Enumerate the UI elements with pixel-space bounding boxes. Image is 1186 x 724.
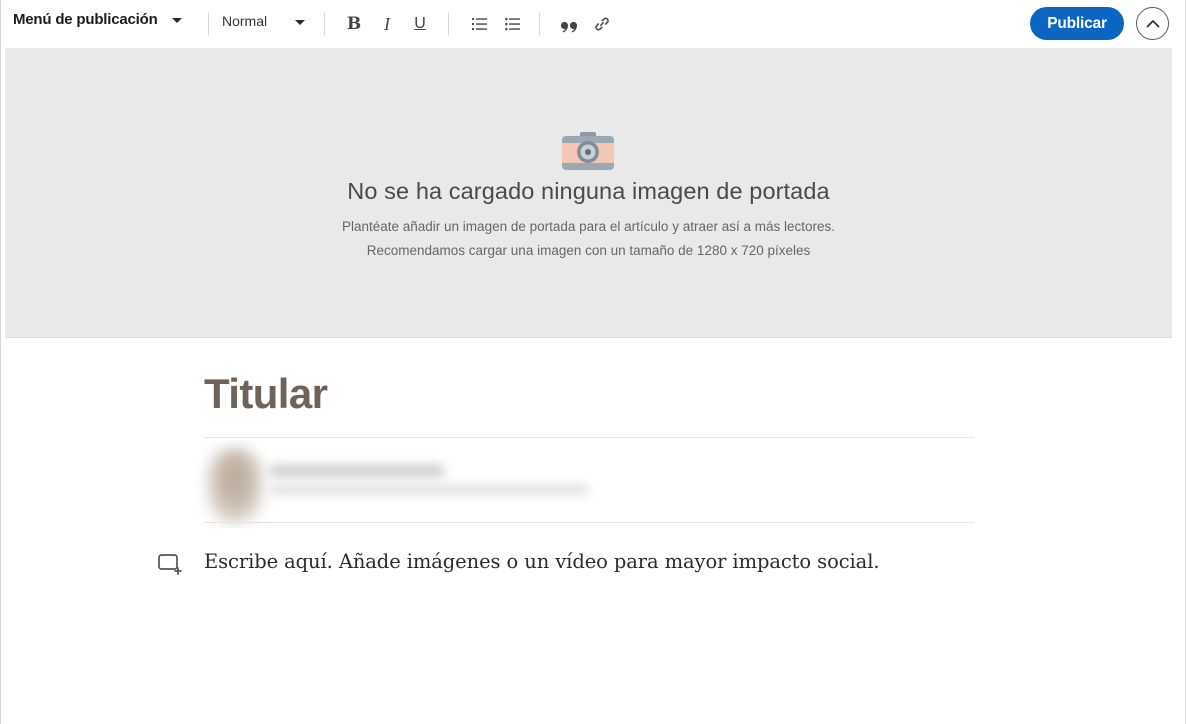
bulleted-list-icon <box>505 17 520 31</box>
add-media-button[interactable] <box>157 550 183 576</box>
headline-input[interactable]: Titular <box>204 370 328 418</box>
link-button[interactable] <box>592 12 612 36</box>
cover-image-upload-area[interactable]: No se ha cargado ninguna imagen de porta… <box>5 48 1172 338</box>
publishing-menu-label: Menú de publicación <box>13 11 158 28</box>
collapse-toolbar-button[interactable] <box>1136 7 1169 40</box>
underline-button[interactable]: U <box>410 12 430 36</box>
divider <box>204 437 974 438</box>
toolbar-divider <box>208 12 209 36</box>
chevron-down-icon <box>171 18 182 23</box>
bulleted-list-button[interactable] <box>504 12 522 36</box>
cover-empty-title: No se ha cargado ninguna imagen de porta… <box>347 178 830 204</box>
numbered-list-icon <box>472 18 487 30</box>
avatar <box>207 448 263 524</box>
author-name-blurred <box>269 464 445 478</box>
editor-toolbar: Menú de publicación Normal B I U Publica… <box>1 0 1185 48</box>
cover-hint-text: Plantéate añadir un imagen de portada pa… <box>341 219 836 234</box>
author-headline-blurred <box>269 484 589 495</box>
toolbar-divider <box>448 12 449 36</box>
publish-button[interactable]: Publicar <box>1030 7 1124 40</box>
italic-button[interactable]: I <box>377 12 397 36</box>
camera-icon <box>562 132 614 170</box>
cover-size-recommendation: Recomendamos cargar una imagen con un ta… <box>366 243 811 258</box>
chevron-down-icon <box>295 19 306 25</box>
article-body-input[interactable]: Escribe aquí. Añade imágenes o un vídeo … <box>204 550 880 573</box>
toolbar-divider <box>539 12 540 36</box>
bold-button[interactable]: B <box>344 12 364 36</box>
toolbar-divider <box>324 12 325 36</box>
divider <box>204 522 974 523</box>
author-info-blurred <box>189 440 651 528</box>
publishing-menu-dropdown[interactable]: Menú de publicación <box>13 11 182 28</box>
text-style-dropdown[interactable]: Normal <box>222 13 306 29</box>
text-style-value: Normal <box>222 13 268 29</box>
quote-icon <box>560 21 578 33</box>
add-media-icon <box>158 554 182 575</box>
numbered-list-button[interactable] <box>471 12 489 36</box>
quote-button[interactable] <box>559 12 581 36</box>
chevron-up-icon <box>1146 20 1159 28</box>
link-icon <box>595 17 609 31</box>
